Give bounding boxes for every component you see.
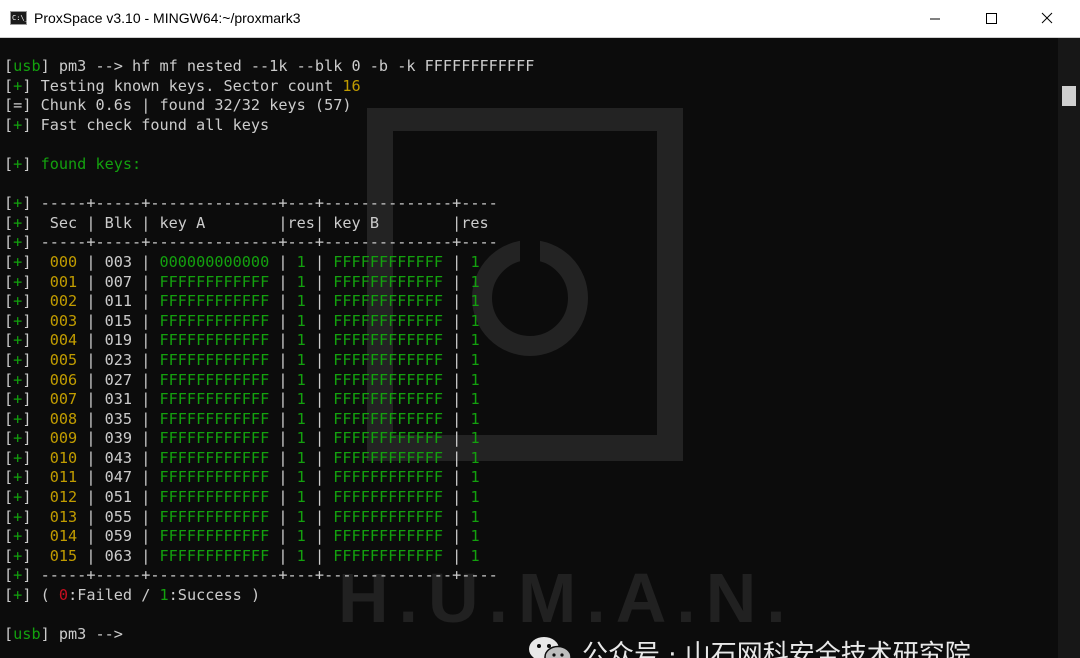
maximize-button[interactable] xyxy=(968,0,1014,38)
table-row: [+] 005 | 023 | FFFFFFFFFFFF | 1 | FFFFF… xyxy=(4,350,480,369)
legend-line: [+] ( 0:Failed / 1:Success ) xyxy=(4,586,261,605)
console-icon: C:\_ xyxy=(10,11,29,25)
table-row: [+] 007 | 031 | FFFFFFFFFFFF | 1 | FFFFF… xyxy=(4,390,480,409)
close-icon xyxy=(1041,12,1053,24)
title-bar: C:\_ ProxSpace v3.10 - MINGW64:~/proxmar… xyxy=(0,0,1080,38)
table-row: [+] 015 | 063 | FFFFFFFFFFFF | 1 | FFFFF… xyxy=(4,546,480,565)
table-row: [+] 002 | 011 | FFFFFFFFFFFF | 1 | FFFFF… xyxy=(4,292,480,311)
wechat-icon xyxy=(529,636,572,658)
command-line: [usb] pm3 --> hf mf nested --1k --blk 0 … xyxy=(4,57,535,75)
terminal-output[interactable]: H.U.M.A.N. [usb] pm3 --> hf mf nested --… xyxy=(0,38,1058,658)
window-title: ProxSpace v3.10 - MINGW64:~/proxmark3 xyxy=(34,10,301,26)
fast-check-line: [+] Fast check found all keys xyxy=(4,115,270,134)
wechat-watermark: 公众号 · 山石网科安全技术研究院 xyxy=(528,634,971,658)
prompt-line[interactable]: [usb] pm3 --> xyxy=(4,625,534,645)
table-row: [+] 008 | 035 | FFFFFFFFFFFF | 1 | FFFFF… xyxy=(4,409,480,428)
watermark-text: 公众号 · 山石网科安全技术研究院 xyxy=(582,640,971,658)
table-row: [+] 001 | 007 | FFFFFFFFFFFF | 1 | FFFFF… xyxy=(4,272,480,291)
close-button[interactable] xyxy=(1024,0,1070,38)
table-separator: [+] -----+-----+--------------+---+-----… xyxy=(4,566,498,585)
terminal-lines: [usb] pm3 --> hf mf nested --1k --blk 0 … xyxy=(4,57,534,645)
scrollbar[interactable] xyxy=(1058,38,1080,658)
table-separator: [+] -----+-----+--------------+---+-----… xyxy=(4,233,498,252)
table-header: [+] Sec | Blk | key A |res| key B |res xyxy=(4,213,489,232)
testing-line: [+] Testing known keys. Sector count 16 xyxy=(4,76,361,95)
table-row: [+] 009 | 039 | FFFFFFFFFFFF | 1 | FFFFF… xyxy=(4,429,480,448)
table-row: [+] 006 | 027 | FFFFFFFFFFFF | 1 | FFFFF… xyxy=(4,370,480,389)
table-row: [+] 014 | 059 | FFFFFFFFFFFF | 1 | FFFFF… xyxy=(4,527,480,546)
chunk-line: [=] Chunk 0.6s | found 32/32 keys (57) xyxy=(4,96,352,115)
maximize-icon xyxy=(986,13,997,24)
table-separator: [+] -----+-----+--------------+---+-----… xyxy=(4,194,498,213)
table-row: [+] 004 | 019 | FFFFFFFFFFFF | 1 | FFFFF… xyxy=(4,331,480,350)
minimize-button[interactable] xyxy=(912,0,958,38)
table-row: [+] 012 | 051 | FFFFFFFFFFFF | 1 | FFFFF… xyxy=(4,488,480,507)
table-row: [+] 013 | 055 | FFFFFFFFFFFF | 1 | FFFFF… xyxy=(4,507,480,526)
table-row: [+] 003 | 015 | FFFFFFFFFFFF | 1 | FFFFF… xyxy=(4,311,480,330)
scrollbar-thumb[interactable] xyxy=(1062,86,1076,106)
table-row: [+] 000 | 003 | 000000000000 | 1 | FFFFF… xyxy=(4,252,480,271)
minimize-icon xyxy=(930,18,940,20)
found-keys-line: [+] found keys: xyxy=(4,154,142,173)
table-row: [+] 010 | 043 | FFFFFFFFFFFF | 1 | FFFFF… xyxy=(4,448,480,467)
table-row: [+] 011 | 047 | FFFFFFFFFFFF | 1 | FFFFF… xyxy=(4,468,480,487)
